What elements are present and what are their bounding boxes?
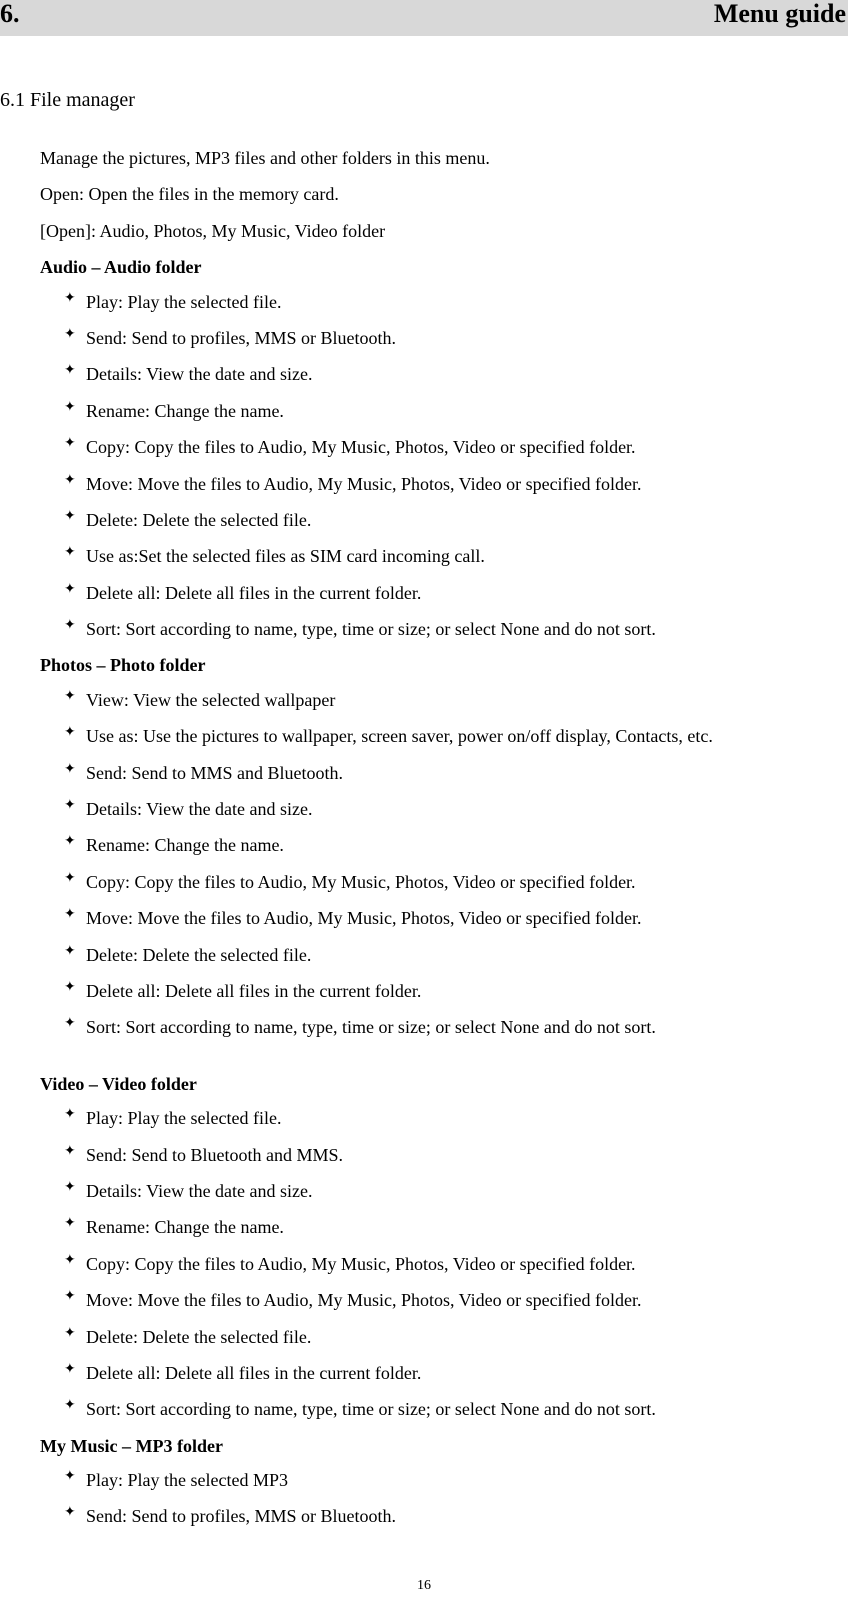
folder-item-list: Play: Play the selected MP3 Send: Send to… (40, 1464, 848, 1533)
intro-line: [Open]: Audio, Photos, My Music, Video f… (40, 215, 848, 247)
list-item: Play: Play the selected file. (64, 1102, 848, 1134)
list-item: Move: Move the files to Audio, My Music,… (64, 468, 848, 500)
list-item: Delete: Delete the selected file. (64, 939, 848, 971)
folder-item-list: Play: Play the selected file. Send: Send … (40, 1102, 848, 1426)
list-item: Move: Move the files to Audio, My Music,… (64, 902, 848, 934)
list-item: Details: View the date and size. (64, 1175, 848, 1207)
list-item: Send: Send to Bluetooth and MMS. (64, 1139, 848, 1171)
list-item: Use as: Use the pictures to wallpaper, s… (64, 720, 848, 752)
list-item: Delete all: Delete all files in the curr… (64, 975, 848, 1007)
list-item: Sort: Sort according to name, type, time… (64, 613, 848, 645)
folder-item-list: View: View the selected wallpaper Use as:… (40, 684, 848, 1044)
list-item: Delete: Delete the selected file. (64, 504, 848, 536)
folder-item-list: Play: Play the selected file. Send: Send … (40, 286, 848, 646)
chapter-title: Menu guide (714, 0, 846, 29)
folder-heading: My Music – MP3 folder (40, 1430, 848, 1462)
list-item: Play: Play the selected file. (64, 286, 848, 318)
list-item: Rename: Change the name. (64, 829, 848, 861)
list-item: Sort: Sort according to name, type, time… (64, 1011, 848, 1043)
list-item: Sort: Sort according to name, type, time… (64, 1393, 848, 1425)
list-item: Send: Send to profiles, MMS or Bluetooth… (64, 322, 848, 354)
list-item: Details: View the date and size. (64, 358, 848, 390)
list-item: Details: View the date and size. (64, 793, 848, 825)
section-heading: 6.1 File manager (0, 82, 848, 118)
list-item: Move: Move the files to Audio, My Music,… (64, 1284, 848, 1316)
folder-heading: Video – Video folder (40, 1068, 848, 1100)
folder-heading: Photos – Photo folder (40, 649, 848, 681)
list-item: Delete all: Delete all files in the curr… (64, 1357, 848, 1389)
list-item: Delete: Delete the selected file. (64, 1321, 848, 1353)
folder-heading: Audio – Audio folder (40, 251, 848, 283)
list-item: Use as:Set the selected files as SIM car… (64, 540, 848, 572)
list-item: Rename: Change the name. (64, 1211, 848, 1243)
chapter-header: 6. Menu guide (0, 0, 848, 36)
list-item: Delete all: Delete all files in the curr… (64, 577, 848, 609)
list-item: View: View the selected wallpaper (64, 684, 848, 716)
page-content: 6.1 File manager Manage the pictures, MP… (0, 82, 848, 1533)
page-number: 16 (0, 1573, 848, 1608)
list-item: Send: Send to profiles, MMS or Bluetooth… (64, 1500, 848, 1532)
list-item: Play: Play the selected MP3 (64, 1464, 848, 1496)
body-block: Manage the pictures, MP3 files and other… (0, 142, 848, 1533)
blank-spacer (40, 1048, 848, 1066)
chapter-number: 6. (0, 0, 20, 29)
list-item: Copy: Copy the files to Audio, My Music,… (64, 1248, 848, 1280)
list-item: Rename: Change the name. (64, 395, 848, 427)
intro-line: Manage the pictures, MP3 files and other… (40, 142, 848, 174)
intro-line: Open: Open the files in the memory card. (40, 178, 848, 210)
list-item: Send: Send to MMS and Bluetooth. (64, 757, 848, 789)
list-item: Copy: Copy the files to Audio, My Music,… (64, 431, 848, 463)
list-item: Copy: Copy the files to Audio, My Music,… (64, 866, 848, 898)
